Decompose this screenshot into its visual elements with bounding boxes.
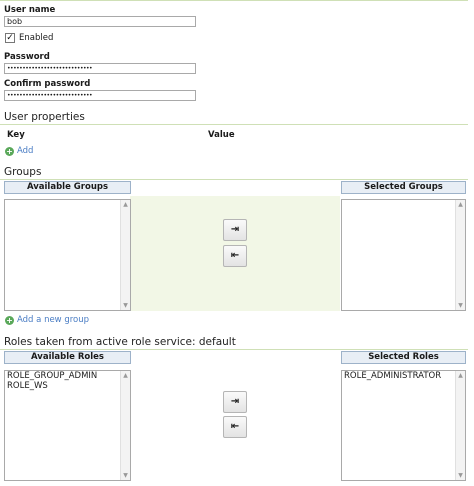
user-properties-heading: User properties xyxy=(0,111,468,125)
add-group-to-selected-button[interactable]: ⇥ xyxy=(223,219,247,241)
selected-groups-header: Selected Groups xyxy=(341,181,466,194)
value-column-header: Value xyxy=(208,130,235,140)
scroll-down-icon[interactable]: ▼ xyxy=(121,471,130,480)
scroll-up-icon[interactable]: ▲ xyxy=(121,371,130,380)
add-role-to-selected-button[interactable]: ⇥ xyxy=(223,391,247,413)
enabled-checkbox[interactable]: ✓ xyxy=(5,33,15,43)
groups-heading: Groups xyxy=(0,166,468,180)
available-roles-list[interactable]: ROLE_GROUP_ADMIN ROLE_WS ▲ ▼ xyxy=(4,370,131,481)
add-property-label: Add xyxy=(17,146,34,156)
username-field[interactable]: bob xyxy=(4,16,196,27)
available-roles-header: Available Roles xyxy=(4,351,131,364)
add-new-group-label: Add a new group xyxy=(17,315,90,325)
scroll-down-icon[interactable]: ▼ xyxy=(121,301,130,310)
top-divider xyxy=(0,0,468,1)
enabled-label: Enabled xyxy=(19,33,54,43)
scroll-down-icon[interactable]: ▼ xyxy=(456,471,465,480)
scroll-down-icon[interactable]: ▼ xyxy=(456,301,465,310)
selected-groups-list[interactable]: ▲ ▼ xyxy=(341,199,466,311)
available-groups-list[interactable]: ▲ ▼ xyxy=(4,199,131,311)
scroll-up-icon[interactable]: ▲ xyxy=(121,200,130,209)
add-icon: + xyxy=(5,315,14,325)
list-item[interactable]: ROLE_GROUP_ADMIN xyxy=(5,371,130,381)
selected-groups-scrollbar[interactable]: ▲ ▼ xyxy=(455,200,465,310)
scroll-up-icon[interactable]: ▲ xyxy=(456,371,465,380)
scroll-up-icon[interactable]: ▲ xyxy=(456,200,465,209)
confirm-password-label: Confirm password xyxy=(4,79,91,89)
list-item[interactable]: ROLE_ADMINISTRATOR xyxy=(342,371,465,381)
password-label: Password xyxy=(4,52,50,62)
remove-group-from-selected-button[interactable]: ⇤ xyxy=(223,245,247,267)
list-item[interactable]: ROLE_WS xyxy=(5,381,130,391)
available-groups-scrollbar[interactable]: ▲ ▼ xyxy=(120,200,130,310)
password-field[interactable]: •••••••••••••••••••••••••••• xyxy=(4,63,196,74)
available-groups-header: Available Groups xyxy=(4,181,131,194)
username-label: User name xyxy=(4,5,56,15)
remove-role-from-selected-button[interactable]: ⇤ xyxy=(223,416,247,438)
roles-heading: Roles taken from active role service: de… xyxy=(0,336,468,350)
move-left-icon: ⇤ xyxy=(230,421,240,432)
selected-roles-scrollbar[interactable]: ▲ ▼ xyxy=(455,371,465,480)
available-roles-scrollbar[interactable]: ▲ ▼ xyxy=(120,371,130,480)
move-right-icon: ⇥ xyxy=(230,396,240,407)
move-left-icon: ⇤ xyxy=(230,250,240,261)
move-right-icon: ⇥ xyxy=(230,224,240,235)
confirm-password-field[interactable]: •••••••••••••••••••••••••••• xyxy=(4,90,196,101)
key-column-header: Key xyxy=(7,130,25,140)
selected-roles-list[interactable]: ROLE_ADMINISTRATOR ▲ ▼ xyxy=(341,370,466,481)
add-icon: + xyxy=(5,146,14,156)
add-property-link[interactable]: + Add xyxy=(5,146,33,156)
add-new-group-link[interactable]: + Add a new group xyxy=(5,315,89,325)
selected-roles-header: Selected Roles xyxy=(341,351,466,364)
